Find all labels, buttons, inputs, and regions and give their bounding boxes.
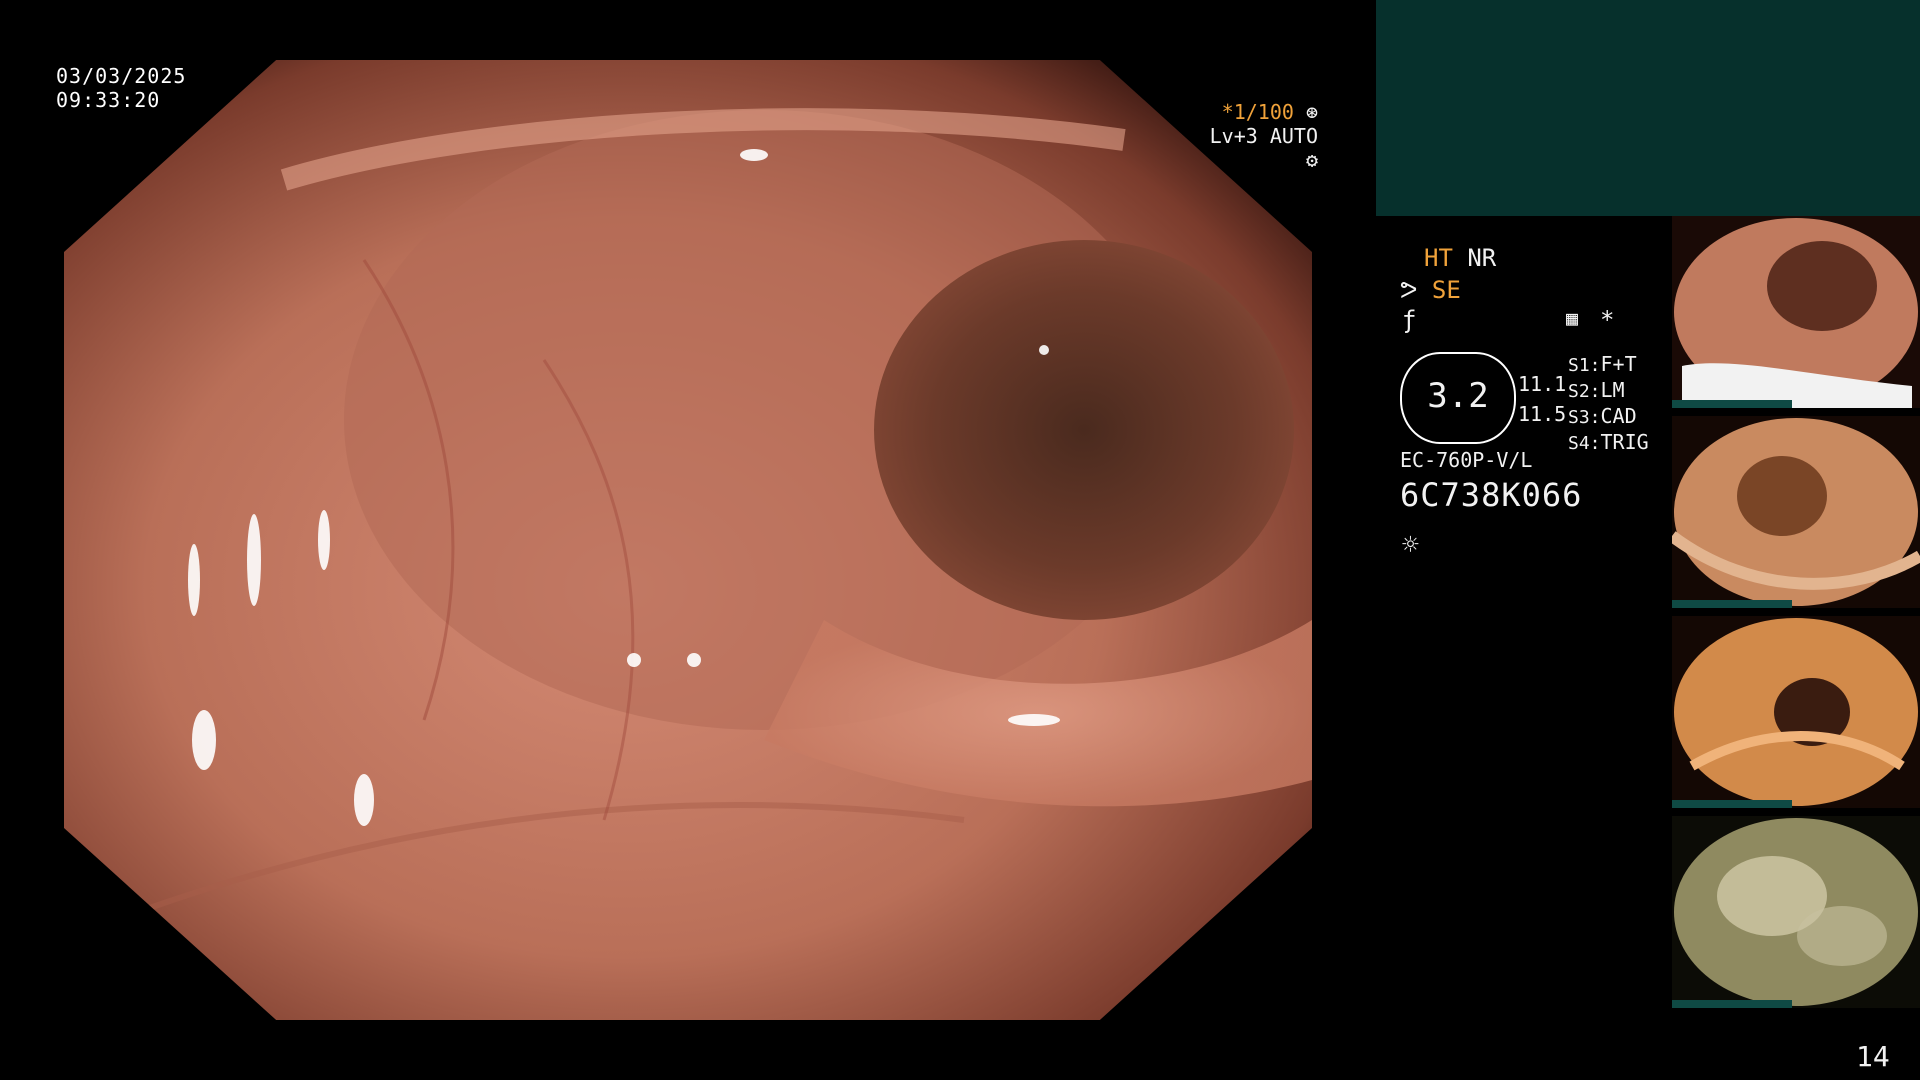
mode-nr: NR [1467, 244, 1497, 272]
zoom-value: 3.2 [1427, 376, 1489, 416]
freeze-icon: ƒ [1402, 306, 1417, 334]
sun-icon: ☼ [1402, 528, 1419, 561]
top-right-panel [1376, 0, 1920, 216]
gear-icon: ⚙ [1305, 148, 1318, 172]
thumbnail-2[interactable] [1672, 416, 1920, 608]
zoom-indicator: 3.2 [1400, 352, 1516, 444]
side-value-1: 11.1 [1518, 372, 1567, 396]
switch-s1: S1:F+T [1568, 352, 1637, 376]
grid-icon: ▦ [1566, 306, 1579, 330]
shutter-text: *1/100 [1221, 100, 1294, 124]
thumbnail-1-bar [1672, 400, 1792, 408]
star-text: * [1600, 306, 1615, 334]
timestamp: 03/03/2025 09:33:20 [56, 64, 186, 112]
scope-model: EC-760P-V/L [1400, 448, 1533, 472]
side-value-2: 11.5 [1518, 402, 1567, 426]
mode-se: SE [1431, 276, 1461, 304]
thumbnail-3[interactable] [1672, 616, 1920, 808]
mucosa-image [64, 60, 1312, 1020]
switch-s2: S2:LM [1568, 378, 1625, 402]
page-number: 14 [1856, 1040, 1890, 1073]
level-text: Lv+3 AUTO [1209, 124, 1318, 148]
thumbnail-1[interactable] [1672, 216, 1920, 408]
scope-switch-list: S1:F+T S2:LM S3:CAD S4:TRIG [1568, 352, 1649, 456]
time-text: 09:33:20 [56, 88, 161, 112]
date-text: 03/03/2025 [56, 64, 187, 88]
thumbnail-2-bar [1672, 600, 1792, 608]
scope-serial: 6C738K066 [1400, 476, 1583, 514]
exposure-info: *1/100 ⊛ Lv+3 AUTO ⚙ [1194, 100, 1318, 172]
mode-ht-nr: HT NR [1424, 244, 1496, 272]
switch-s4: S4:TRIG [1568, 430, 1649, 454]
endoscope-main-view [64, 60, 1312, 1020]
side-values: 11.1 11.5 [1518, 372, 1566, 426]
mode-se-row: ᕗ SE [1400, 276, 1461, 304]
aperture-icon: ⊛ [1305, 100, 1318, 124]
thumbnail-4-bar [1672, 1000, 1792, 1008]
thumbnail-3-bar [1672, 800, 1792, 808]
thumbnail-4[interactable] [1672, 816, 1920, 1008]
switch-s3: S3:CAD [1568, 404, 1637, 428]
mode-ht: HT [1424, 244, 1453, 272]
wave-icon: ᕗ [1400, 276, 1418, 304]
